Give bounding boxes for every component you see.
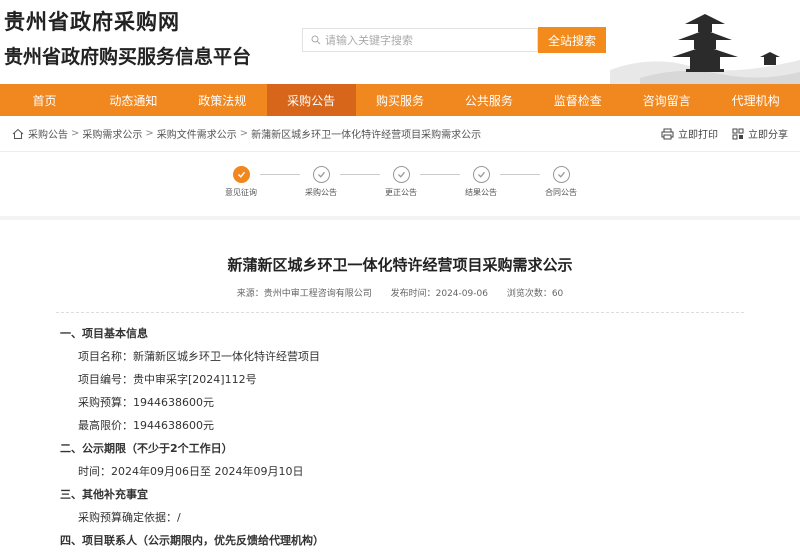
section-heading: 三、其他补充事宜 [60, 488, 148, 501]
article-views: 浏览次数：60 [506, 289, 564, 299]
nav-news[interactable]: 动态通知 [89, 84, 178, 116]
article-body: 一、项目基本信息 项目名称：新蒲新区城乡环卫一体化特许经营项目 项目编号：贵中审… [60, 322, 324, 552]
section-heading: 四、项目联系人（公示期限内，优先反馈给代理机构） [60, 534, 324, 547]
nav-procurement[interactable]: 采购公告 [266, 84, 356, 116]
search-input[interactable]: 请输入关键字搜索 [302, 28, 538, 52]
budget: 采购预算：1944638600元 [78, 396, 214, 409]
nav-consult[interactable]: 咨询留言 [622, 84, 711, 116]
step-contract[interactable]: 合同公告 [536, 166, 586, 198]
breadcrumb-item[interactable]: 采购公告 [28, 126, 68, 141]
step-connector [420, 174, 460, 175]
check-icon [392, 166, 410, 183]
nav-home[interactable]: 首页 [0, 84, 89, 116]
nav-policy[interactable]: 政策法规 [178, 84, 267, 116]
article-date: 发布时间：2024-09-06 [390, 289, 488, 299]
breadcrumb-current: 新蒲新区城乡环卫一体化特许经营项目采购需求公示 [251, 130, 482, 141]
project-number: 项目编号：贵中审采字[2024]112号 [78, 373, 257, 386]
section-heading: 二、公示期限（不少于2个工作日） [60, 442, 233, 455]
step-connector [340, 174, 380, 175]
article-source: 来源：贵州中审工程咨询有限公司 [236, 289, 372, 299]
print-button[interactable]: 立即打印 [661, 126, 718, 141]
section-heading: 一、项目基本信息 [60, 327, 148, 340]
breadcrumb-item[interactable]: 采购需求公示 [82, 126, 142, 141]
process-steps: 意见征询 采购公告 更正公告 结果公告 合同公告 [0, 152, 800, 216]
main-nav: 首页 动态通知 政策法规 采购公告 购买服务 公共服务 监督检查 咨询留言 代理… [0, 84, 800, 116]
site-header: 贵州省政府采购网 贵州省政府购买服务信息平台 请输入关键字搜索 全站搜索 [0, 0, 800, 84]
step-result[interactable]: 结果公告 [456, 166, 506, 198]
pavilion-illustration [610, 0, 800, 84]
nav-supervision[interactable]: 监督检查 [533, 84, 622, 116]
share-icon [732, 128, 744, 139]
check-icon [232, 166, 250, 183]
step-consultation[interactable]: 意见征询 [216, 166, 266, 198]
step-label: 结果公告 [465, 188, 497, 197]
breadcrumb-item[interactable]: 采购文件需求公示 [157, 126, 237, 141]
step-label: 更正公告 [385, 188, 417, 197]
article-meta: 来源：贵州中审工程咨询有限公司 发布时间：2024-09-06 浏览次数：60 [0, 286, 800, 299]
printer-icon [661, 128, 674, 139]
search-placeholder: 请输入关键字搜索 [325, 34, 413, 47]
nav-purchase-services[interactable]: 购买服务 [356, 84, 445, 116]
budget-basis: 采购预算确定依据：/ [78, 511, 181, 524]
step-correction[interactable]: 更正公告 [376, 166, 426, 198]
step-announcement[interactable]: 采购公告 [296, 166, 346, 198]
article-title: 新蒲新区城乡环卫一体化特许经营项目采购需求公示 [227, 256, 573, 274]
check-icon [312, 166, 330, 183]
section-divider [0, 216, 800, 220]
step-connector [260, 174, 300, 175]
nav-public-services[interactable]: 公共服务 [444, 84, 533, 116]
max-price: 最高限价：1944638600元 [78, 419, 214, 432]
check-icon [472, 166, 490, 183]
period: 时间：2024年09月06日至 2024年09月10日 [78, 465, 304, 478]
share-button[interactable]: 立即分享 [732, 126, 788, 141]
step-connector [500, 174, 540, 175]
search-button[interactable]: 全站搜索 [538, 27, 606, 53]
site-subtitle: 贵州省政府购买服务信息平台 [4, 46, 252, 68]
step-label: 采购公告 [305, 188, 337, 197]
site-title[interactable]: 贵州省政府采购网 [4, 6, 180, 36]
home-icon [12, 128, 24, 139]
meta-divider [56, 312, 744, 313]
nav-agencies[interactable]: 代理机构 [711, 84, 800, 116]
breadcrumb: 采购公告 > 采购需求公示 > 采购文件需求公示 > 新蒲新区城乡环卫一体化特许经营项… [0, 116, 800, 152]
step-label: 意见征询 [225, 188, 257, 197]
article: 新蒲新区城乡环卫一体化特许经营项目采购需求公示 来源：贵州中审工程咨询有限公司 … [0, 224, 800, 547]
search-icon [311, 35, 321, 45]
project-name: 项目名称：新蒲新区城乡环卫一体化特许经营项目 [78, 350, 320, 363]
check-icon [552, 166, 570, 183]
step-label: 合同公告 [545, 188, 577, 197]
